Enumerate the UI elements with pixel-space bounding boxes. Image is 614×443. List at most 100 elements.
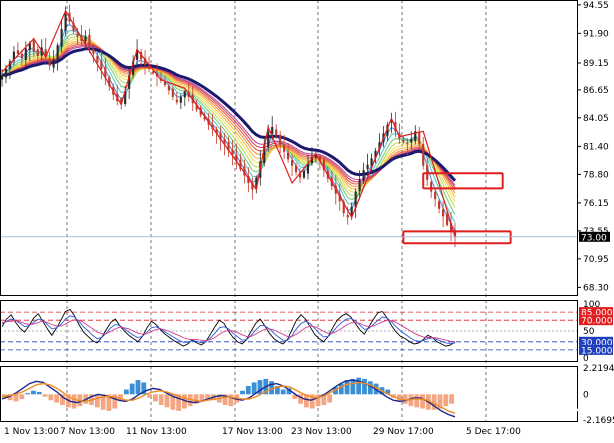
hist-bar	[420, 394, 425, 408]
hist-y-tick-label: -2.1695	[583, 416, 614, 426]
candle-body	[180, 97, 182, 103]
candle-body	[283, 145, 285, 151]
hist-bar	[54, 394, 59, 402]
osc-y-tick-label: 50	[583, 327, 595, 337]
candle-body	[359, 180, 361, 191]
hist-bar	[95, 394, 100, 407]
candle-body	[279, 135, 281, 144]
candle-body	[363, 170, 365, 181]
candle-body	[64, 14, 66, 30]
candle-body	[287, 152, 289, 159]
candle-body	[446, 214, 448, 225]
hist-bar	[362, 379, 367, 394]
candle-body	[303, 171, 305, 177]
hist-bar	[414, 394, 419, 407]
hist-bar	[281, 390, 286, 395]
hist-bar	[25, 393, 30, 394]
candle-body	[88, 35, 90, 48]
price-y-tick-label: 81.40	[583, 142, 609, 152]
x-tick-label: 23 Nov 13:00	[291, 427, 352, 437]
chart-svg: 1 Nov 13:007 Nov 13:00 11 Nov 13:00 17 Nov…	[0, 0, 614, 439]
candle-body	[37, 49, 39, 56]
candle-body	[21, 54, 23, 58]
candle-body	[271, 127, 273, 134]
candle-body	[176, 100, 178, 103]
x-tick-label: 17 Nov 13:00	[222, 427, 283, 437]
candle-body	[25, 48, 27, 60]
hist-bar	[37, 392, 42, 394]
hist-bar	[31, 391, 36, 395]
current-price-label: 73.00	[581, 233, 607, 243]
candle-body	[33, 41, 35, 52]
candle-body	[366, 165, 368, 169]
candle-body	[275, 130, 277, 136]
hist-bar	[345, 380, 350, 394]
hist-bar	[246, 386, 251, 394]
candle-body	[410, 139, 412, 143]
x-tick-label: 11 Nov 13:00	[126, 427, 187, 437]
hist-bar	[19, 394, 24, 399]
candle-body	[168, 86, 170, 91]
hist-bar	[48, 394, 53, 400]
hist-bar	[449, 394, 454, 403]
candle-body	[96, 56, 98, 63]
candle-body	[53, 59, 55, 67]
hist-y-tick-label: 2.2194	[583, 364, 614, 374]
hist-bar	[368, 381, 373, 394]
hist-bar	[356, 378, 361, 395]
price-y-tick-label: 94.55	[583, 1, 609, 11]
watermark: @TMGM	[530, 402, 583, 417]
candle-body	[84, 37, 86, 42]
candle-body	[442, 209, 444, 216]
price-y-tick-label: 91.90	[583, 29, 609, 39]
candle-body	[92, 49, 94, 54]
price-y-tick-label: 78.80	[583, 170, 609, 180]
candle-body	[49, 58, 51, 65]
candle-body	[76, 34, 78, 37]
candle-body	[295, 165, 297, 172]
candle-body	[402, 140, 404, 142]
candle-body	[61, 29, 63, 47]
candle-body	[438, 201, 440, 209]
x-tick-label: 5 Dec 17:00	[466, 427, 521, 437]
hist-bar	[14, 394, 19, 401]
candle-body	[164, 82, 166, 85]
price-y-tick-label: 89.15	[583, 59, 609, 69]
candle-body	[17, 50, 19, 54]
candle-body	[152, 71, 154, 73]
hist-bar	[130, 384, 135, 395]
hist-bar	[147, 394, 152, 398]
candle-body	[1, 75, 3, 79]
x-tick-label: 1 Nov 13:00	[4, 427, 59, 437]
price-y-tick-label: 86.65	[583, 86, 609, 96]
price-y-tick-label: 70.95	[583, 255, 609, 265]
hist-bar	[43, 394, 48, 396]
hist-bar	[240, 391, 245, 395]
candle-body	[5, 69, 7, 78]
candle-body	[347, 215, 349, 217]
hist-bar	[136, 380, 141, 394]
price-y-tick-label: 76.15	[583, 199, 609, 209]
candle-body	[184, 91, 186, 97]
hist-y-tick-label: 0	[583, 390, 589, 400]
hist-bar	[443, 394, 448, 406]
candle-body	[172, 89, 174, 97]
hist-bar	[159, 394, 164, 405]
candle-body	[430, 182, 432, 192]
candle-body	[351, 207, 353, 215]
osc-y-tick-label: 0	[583, 354, 589, 364]
candle-body	[100, 61, 102, 69]
candle-body	[434, 192, 436, 199]
candle-body	[422, 144, 424, 166]
hist-bar	[153, 394, 158, 401]
candle-body	[291, 160, 293, 166]
chart-root: 1 Nov 13:007 Nov 13:00 11 Nov 13:00 17 Nov…	[0, 0, 614, 439]
candle-body	[418, 131, 420, 144]
price-y-tick-label: 68.30	[583, 283, 609, 293]
x-tick-label: 7 Nov 13:00	[60, 427, 115, 437]
hist-bar	[229, 394, 234, 406]
osc-y-tick-label: 70.0000	[581, 317, 614, 327]
candle-body	[406, 143, 408, 144]
price-y-tick-label: 84.05	[583, 114, 609, 124]
x-tick-label: 29 Nov 17:00	[373, 427, 434, 437]
